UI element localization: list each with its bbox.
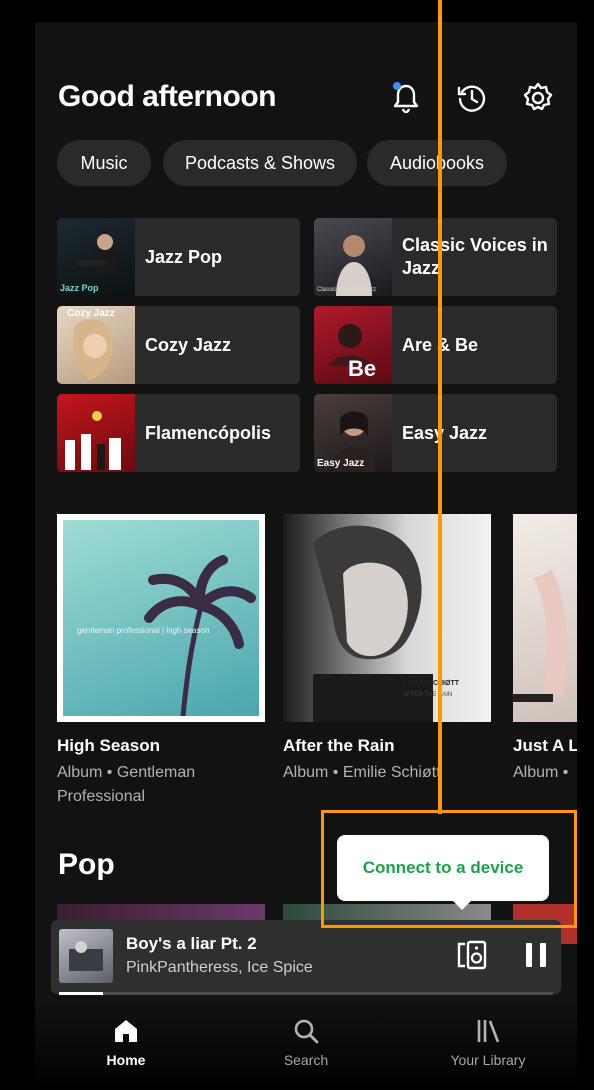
shortcut-tile-flamencopolis[interactable]: Flamencópolis — [57, 394, 300, 472]
cover-text: EMILIE SCHIØTT — [403, 680, 459, 687]
search-icon — [294, 1019, 319, 1044]
shortcut-tile-are-be[interactable]: Be Are & Be — [314, 306, 557, 384]
library-icon — [477, 1020, 500, 1043]
art-label: Easy Jazz — [317, 458, 365, 469]
now-playing-bar[interactable]: Boy's a liar Pt. 2 PinkPantheress, Ice S… — [51, 920, 561, 994]
playlist-art: Easy Jazz — [314, 394, 392, 472]
nav-label: Home — [106, 1052, 146, 1068]
chip-audiobooks[interactable]: Audiobooks — [367, 140, 507, 186]
nav-search[interactable]: Search — [241, 1016, 371, 1068]
shortcut-label: Jazz Pop — [145, 246, 223, 267]
connect-device-icon[interactable] — [455, 938, 489, 972]
filter-chips: Music Podcasts & Shows Audiobooks — [57, 140, 577, 186]
shortcut-label: Cozy Jazz — [145, 334, 232, 355]
playlist-art: Jazz Pop — [57, 218, 135, 296]
cover-text: AFTER THE RAIN — [403, 692, 453, 698]
playlist-art: Classic Voices in Jazz — [314, 218, 392, 296]
album-subtitle: Album • Emilie Schiøtt — [283, 764, 441, 781]
shortcut-label: Classic Voices in Jazz — [402, 235, 548, 278]
chip-podcasts-shows[interactable]: Podcasts & Shows — [163, 140, 357, 186]
album-cover: gentleman professional | high season — [57, 514, 265, 722]
album-subtitle: Album • Gentleman Professional — [57, 764, 196, 805]
album-card-just-a-l[interactable]: Just A L Album • — [513, 514, 577, 785]
annotation-pointer-line — [438, 0, 442, 814]
playlist-art — [57, 394, 135, 472]
annotation-highlight-box — [321, 810, 577, 928]
bell-icon[interactable] — [388, 80, 424, 116]
now-playing-artist: PinkPantheress, Ice Spice — [126, 959, 313, 976]
art-label: Jazz Pop — [60, 283, 99, 293]
greeting-title: Good afternoon — [58, 80, 276, 113]
shortcut-tile-jazz-pop[interactable]: Jazz Pop Jazz Pop — [57, 218, 300, 296]
album-cover: EMILIE SCHIØTT AFTER THE RAIN — [283, 514, 491, 722]
home-icon — [115, 1020, 137, 1042]
nav-home[interactable]: Home — [61, 1016, 191, 1068]
shortcut-label: Easy Jazz — [402, 422, 488, 443]
art-label: Be — [348, 356, 377, 381]
cover-text: gentleman professional | high season — [77, 626, 210, 635]
bottom-nav: Home Search Your Library — [35, 1002, 577, 1090]
playlist-art: Be — [314, 306, 392, 384]
album-subtitle: Album • — [513, 764, 569, 781]
home-header: Good afternoon — [58, 80, 557, 120]
nav-label: Your Library — [450, 1052, 526, 1068]
album-cover — [513, 514, 577, 722]
pause-icon[interactable] — [519, 938, 553, 972]
app-screen: Good afternoon Music Podcasts & Shows Au… — [35, 22, 577, 1090]
now-playing-title: Boy's a liar Pt. 2 — [126, 934, 257, 953]
shortcut-label: Are & Be — [402, 334, 479, 355]
shortcut-tile-cozy-jazz[interactable]: Cozy Jazz Cozy Jazz — [57, 306, 300, 384]
progress-fill — [59, 992, 104, 995]
shortcut-tile-easy-jazz[interactable]: Easy Jazz Easy Jazz — [314, 394, 557, 472]
nav-your-library[interactable]: Your Library — [423, 1016, 553, 1068]
art-label: Classic Voices in Jazz — [317, 287, 377, 293]
album-title: High Season — [57, 736, 160, 755]
album-title: After the Rain — [283, 736, 395, 755]
album-card-high-season[interactable]: gentleman professional | high season Hig… — [57, 514, 265, 809]
chip-music[interactable]: Music — [57, 140, 151, 186]
playlist-art: Cozy Jazz — [57, 306, 135, 384]
gear-icon[interactable] — [520, 80, 556, 116]
album-title: Just A L — [513, 736, 577, 755]
shortcut-label: Flamencópolis — [145, 422, 272, 443]
notification-dot — [393, 82, 401, 90]
recent-history-icon[interactable] — [454, 80, 490, 116]
shortcut-tile-classic-voices[interactable]: Classic Voices in Jazz Classic Voices in… — [314, 218, 557, 296]
album-carousel: gentleman professional | high season Hig… — [57, 514, 577, 814]
album-card-after-the-rain[interactable]: EMILIE SCHIØTT AFTER THE RAIN After the … — [283, 514, 491, 785]
now-playing-art — [59, 929, 113, 983]
nav-label: Search — [283, 1052, 329, 1068]
section-title-pop: Pop — [58, 848, 115, 881]
playback-progress[interactable] — [59, 992, 553, 995]
art-label: Cozy Jazz — [67, 308, 115, 319]
